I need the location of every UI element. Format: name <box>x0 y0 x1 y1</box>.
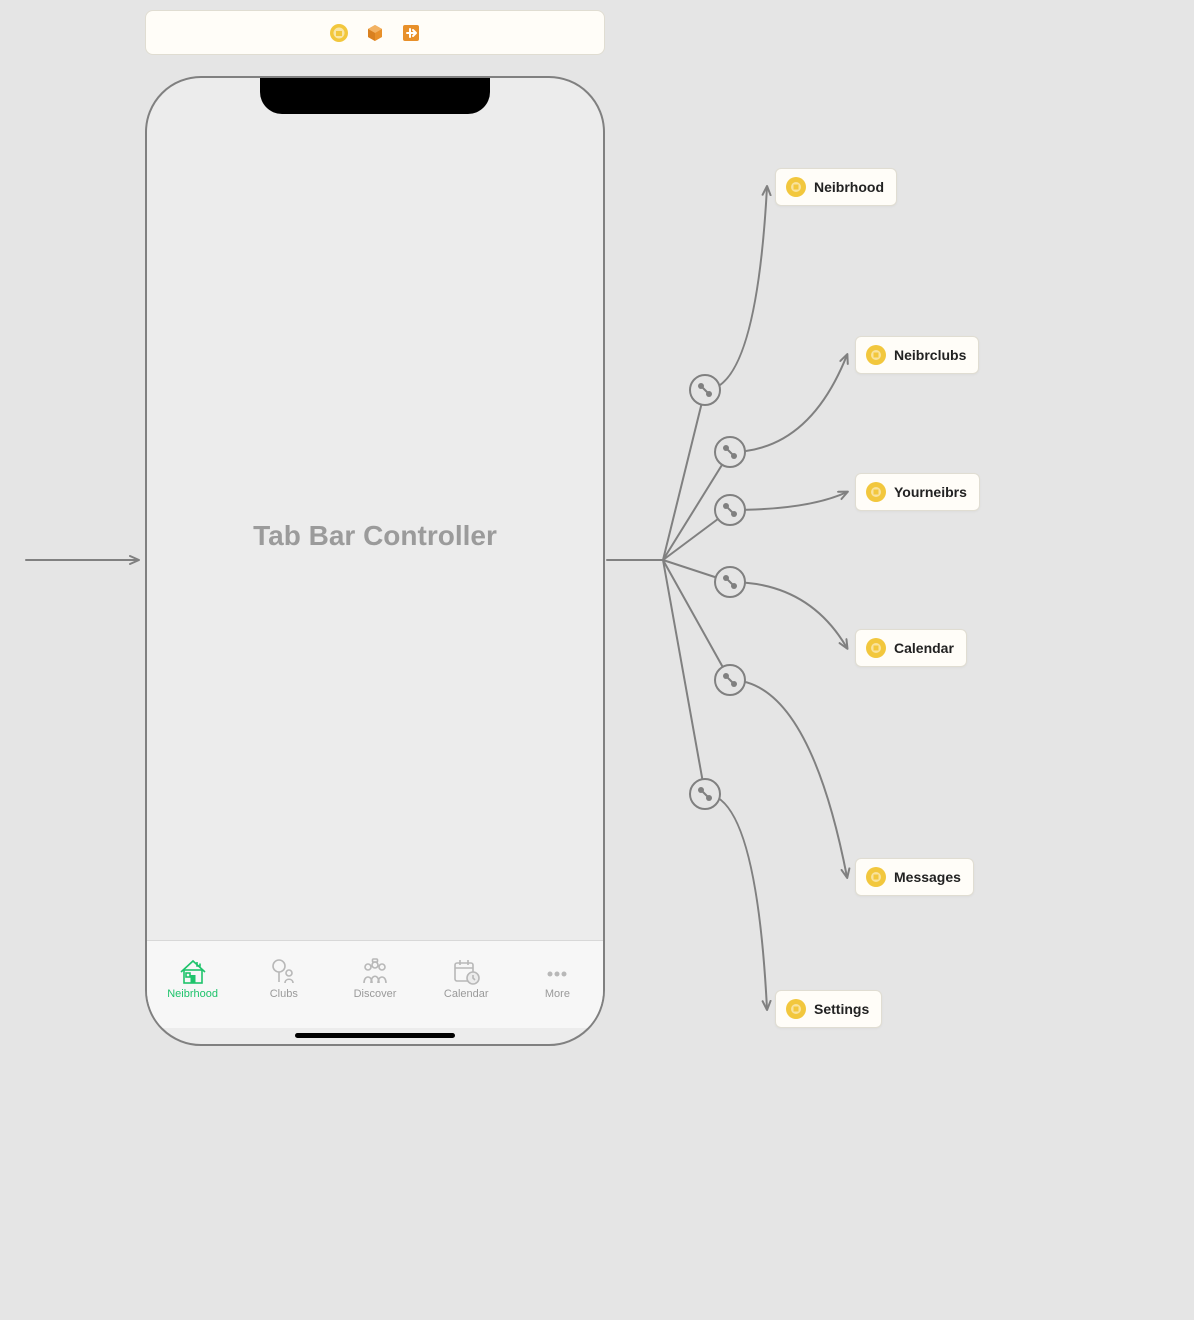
destination-label: Messages <box>894 869 961 885</box>
destination-label: Calendar <box>894 640 954 656</box>
tab-neibrhood[interactable]: Neibrhood <box>147 947 238 1008</box>
destination-pill[interactable]: Messages <box>855 858 974 896</box>
tab-label: Neibrhood <box>167 988 218 1000</box>
tab-label: Discover <box>354 988 397 1000</box>
destination-pill[interactable]: Neibrhood <box>775 168 897 206</box>
home-indicator <box>295 1033 455 1038</box>
destination-pill[interactable]: Calendar <box>855 629 967 667</box>
destination-label: Yourneibrs <box>894 484 967 500</box>
storyboard-entry-icon[interactable] <box>329 23 349 43</box>
destination-label: Settings <box>814 1001 869 1017</box>
phone-frame: Tab Bar Controller Neibrhood <box>145 76 605 1046</box>
viewcontroller-icon <box>866 482 886 502</box>
tree-people-icon <box>267 956 301 986</box>
scene-title: Tab Bar Controller <box>253 520 497 552</box>
people-group-icon <box>358 956 392 986</box>
tab-more[interactable]: More <box>512 947 603 1008</box>
tab-clubs[interactable]: Clubs <box>238 947 329 1008</box>
destination-label: Neibrhood <box>814 179 884 195</box>
tab-label: Clubs <box>270 988 298 1000</box>
exit-icon[interactable] <box>401 23 421 43</box>
destination-label: Neibrclubs <box>894 347 966 363</box>
tab-label: More <box>545 988 570 1000</box>
calendar-clock-icon <box>449 956 483 986</box>
destination-pill[interactable]: Settings <box>775 990 882 1028</box>
viewcontroller-icon <box>786 177 806 197</box>
tab-label: Calendar <box>444 988 489 1000</box>
ellipsis-icon <box>540 956 574 986</box>
destination-pill[interactable]: Yourneibrs <box>855 473 980 511</box>
viewcontroller-icon <box>866 867 886 887</box>
viewcontroller-icon <box>866 345 886 365</box>
tab-calendar[interactable]: Calendar <box>421 947 512 1008</box>
tab-bar: Neibrhood Clubs <box>147 940 603 1028</box>
house-icon <box>176 956 210 986</box>
destination-pill[interactable]: Neibrclubs <box>855 336 979 374</box>
scene-toolbar[interactable] <box>145 10 605 55</box>
cube-icon[interactable] <box>365 23 385 43</box>
viewcontroller-icon <box>786 999 806 1019</box>
viewcontroller-icon <box>866 638 886 658</box>
phone-content: Tab Bar Controller <box>147 78 603 1044</box>
tab-discover[interactable]: Discover <box>329 947 420 1008</box>
